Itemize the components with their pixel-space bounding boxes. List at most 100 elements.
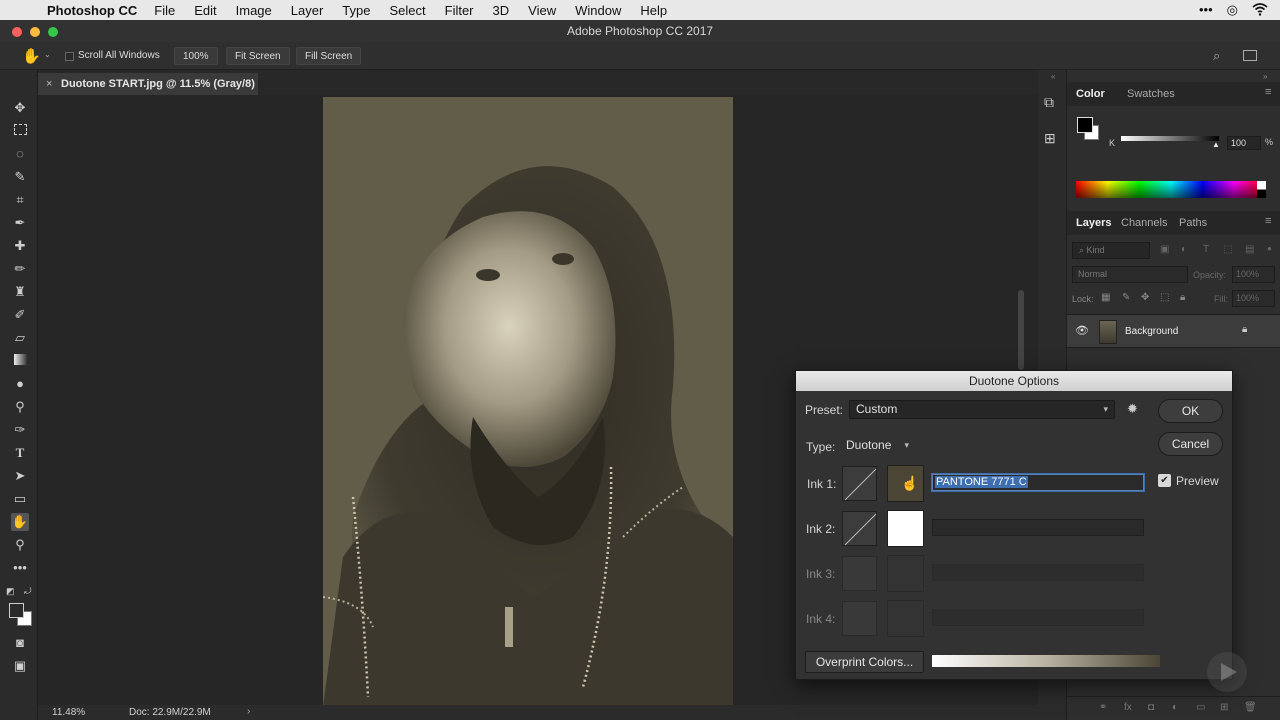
add-mask-icon[interactable]: ◘ [1148,702,1154,713]
tab-channels[interactable]: Channels [1121,217,1167,229]
ink2-color-swatch[interactable] [887,510,924,547]
healing-brush-tool-icon[interactable]: ✚ [11,237,29,255]
menu-edit[interactable]: Edit [194,3,216,18]
zoom-tool-icon[interactable]: ⚲ [11,536,29,554]
eyedropper-tool-icon[interactable]: ✒ [11,214,29,232]
document-image[interactable] [322,97,733,707]
menu-image[interactable]: Image [236,3,272,18]
history-panel-icon[interactable]: ⧉ [1044,94,1054,111]
menu-select[interactable]: Select [389,3,425,18]
layer-style-icon[interactable]: fx [1124,702,1132,713]
vertical-scrollbar[interactable] [1018,290,1024,370]
close-window-button[interactable] [12,27,22,37]
black-white-ramp[interactable] [1257,181,1266,198]
filter-toggle-icon[interactable]: ● [1267,244,1272,253]
lock-transparent-icon[interactable]: ▦ [1101,292,1110,303]
ink1-color-swatch[interactable]: ☝ [887,465,924,502]
k-slider-thumb[interactable]: ▲ [1212,140,1220,149]
layer-filter-kind[interactable]: ⌕ Kind [1072,242,1150,259]
wifi-icon[interactable] [1252,2,1268,19]
menu-app-name[interactable]: Photoshop CC [47,3,137,18]
properties-panel-icon[interactable]: ⊞ [1044,130,1056,147]
blur-tool-icon[interactable]: ● [11,375,29,393]
tab-color[interactable]: Color [1076,88,1105,100]
lock-artboard-icon[interactable]: ⬚ [1160,292,1169,303]
collapse-strip-icon[interactable]: « [1051,72,1055,81]
rectangle-tool-icon[interactable]: ▭ [11,490,29,508]
adjustment-layer-icon[interactable]: ◐ [1172,702,1178,713]
type-tool-icon[interactable]: T [11,444,29,462]
creative-cloud-icon[interactable]: ◎ [1227,2,1238,19]
lock-pixels-icon[interactable]: ✎ [1122,292,1130,303]
quick-select-tool-icon[interactable]: ✎ [11,168,29,186]
brush-tool-icon[interactable]: ✏ [11,260,29,278]
lasso-tool-icon[interactable]: ◌ [11,145,29,163]
foreground-color-swatch-top[interactable] [9,603,24,618]
ink1-curve-box[interactable] [842,466,877,501]
filter-shape-icon[interactable]: ⬚ [1223,244,1232,255]
opacity-field[interactable]: 100% [1232,266,1275,283]
layer-name[interactable]: Background [1125,326,1178,337]
ink1-name-field[interactable]: PANTONE 7771 C [932,474,1144,491]
collapse-panels-icon[interactable]: » [1263,72,1267,81]
menu-window[interactable]: Window [575,3,621,18]
type-select[interactable]: Duotone ▾ [840,437,915,456]
zoom-100-button[interactable]: 100% [174,47,218,65]
edit-toolbar-icon[interactable]: ••• [11,559,29,577]
fill-field[interactable]: 100% [1232,290,1275,307]
color-panel-menu-icon[interactable]: ≡ [1265,86,1271,98]
fill-screen-button[interactable]: Fill Screen [296,47,362,65]
hand-tool-active-icon[interactable]: ✋ [11,513,29,531]
link-layers-icon[interactable]: ⚭ [1099,702,1107,713]
color-spectrum-ramp[interactable] [1076,181,1266,198]
screen-mode-icon[interactable]: ▣ [11,657,29,675]
k-slider-track[interactable] [1121,136,1219,141]
search-icon[interactable]: ⌕ [1213,48,1220,64]
preview-checkbox[interactable]: ✔ [1158,474,1171,487]
quick-mask-icon[interactable]: ◙ [11,634,29,652]
fit-screen-button[interactable]: Fit Screen [226,47,290,65]
tool-preset-chevron-icon[interactable]: ⌄ [44,50,51,59]
scroll-all-windows-checkbox[interactable] [65,52,74,61]
filter-pixel-icon[interactable]: ▣ [1160,244,1169,255]
preset-options-gear-icon[interactable]: ✹ [1127,401,1138,417]
menu-help[interactable]: Help [640,3,667,18]
menu-layer[interactable]: Layer [291,3,324,18]
document-tab[interactable]: × Duotone START.jpg @ 11.5% (Gray/8) [38,73,258,95]
close-document-icon[interactable]: × [46,73,52,95]
menu-file[interactable]: File [154,3,175,18]
gradient-tool-icon[interactable] [11,352,29,370]
color-fg-swatch[interactable] [1077,117,1093,133]
hand-tool-icon[interactable]: ✋ [22,47,41,65]
crop-tool-icon[interactable]: ⌗ [11,191,29,209]
path-select-tool-icon[interactable]: ➤ [11,467,29,485]
zoom-window-button[interactable] [48,27,58,37]
ok-button[interactable]: OK [1158,399,1223,423]
pen-tool-icon[interactable]: ✑ [11,421,29,439]
filter-smart-object-icon[interactable]: ▤ [1245,244,1254,255]
menu-view[interactable]: View [528,3,556,18]
marquee-tool-icon[interactable] [11,122,29,140]
filter-type-icon[interactable]: T [1203,244,1209,255]
swap-colors-icon[interactable]: ⤾ [24,586,32,597]
tab-layers[interactable]: Layers [1076,217,1111,229]
new-group-icon[interactable]: ▭ [1196,702,1205,713]
layer-visibility-eye-icon[interactable]: 👁︎ [1075,324,1089,337]
menu-filter[interactable]: Filter [445,3,474,18]
menu-3d[interactable]: 3D [493,3,510,18]
k-value-field[interactable]: 100 [1227,136,1261,150]
lock-position-icon[interactable]: ✥ [1141,292,1149,303]
new-layer-icon[interactable]: ⊞ [1220,702,1228,713]
minimize-window-button[interactable] [30,27,40,37]
filter-adjustment-icon[interactable]: ◐ [1181,244,1187,255]
overprint-colors-button[interactable]: Overprint Colors... [805,651,924,673]
status-zoom[interactable]: 11.48% [52,707,85,718]
status-menu-chevron-icon[interactable]: › [247,706,250,717]
workspace-icon[interactable] [1243,50,1257,61]
history-brush-tool-icon[interactable]: ✐ [11,306,29,324]
eraser-tool-icon[interactable]: ▱ [11,329,29,347]
tab-swatches[interactable]: Swatches [1127,88,1175,100]
blend-mode-select[interactable]: Normal [1072,266,1188,283]
menu-type[interactable]: Type [342,3,370,18]
ink2-name-field[interactable] [932,519,1144,536]
